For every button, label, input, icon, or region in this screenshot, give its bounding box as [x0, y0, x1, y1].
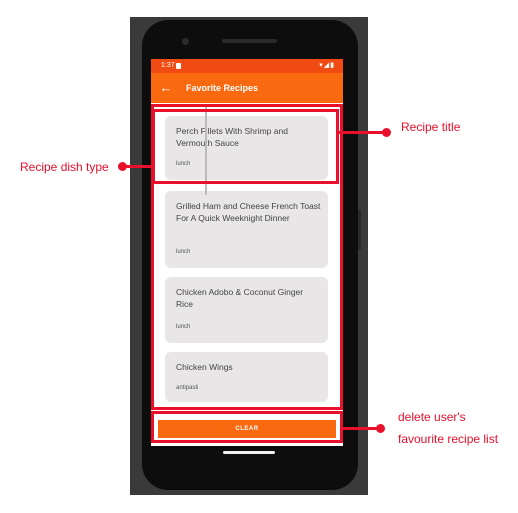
- delete-pointer-line: [341, 427, 381, 430]
- signal-battery-icon: ▾◢▮: [319, 62, 335, 69]
- recipe-dish-type-annotation: Recipe dish type: [20, 160, 109, 174]
- status-bar: 1:37 ▾◢▮: [151, 59, 343, 73]
- recipe-title-pointer-line: [339, 131, 387, 134]
- home-indicator[interactable]: [223, 451, 275, 454]
- back-arrow-icon[interactable]: ←: [157, 78, 175, 98]
- recipe-title-annotation: Recipe title: [401, 120, 461, 134]
- delete-pointer-dot: [376, 424, 385, 433]
- delete-annotation-line1: delete user's: [398, 410, 466, 424]
- phone-speaker: [222, 39, 277, 43]
- page-title: Favorite Recipes: [186, 83, 259, 93]
- phone-side-button: [358, 210, 361, 250]
- clear-button-highlight-box: [151, 411, 343, 443]
- app-bar: ← Favorite Recipes: [151, 73, 343, 103]
- status-time: 1:37: [161, 62, 175, 69]
- recipe-title-pointer-dot: [382, 128, 391, 137]
- camera-icon: [182, 38, 189, 45]
- sd-card-icon: [176, 63, 181, 69]
- dish-type-pointer-line: [122, 165, 155, 168]
- delete-annotation-line2: favourite recipe list: [398, 432, 499, 446]
- recipe-card-highlight-box: [152, 109, 339, 184]
